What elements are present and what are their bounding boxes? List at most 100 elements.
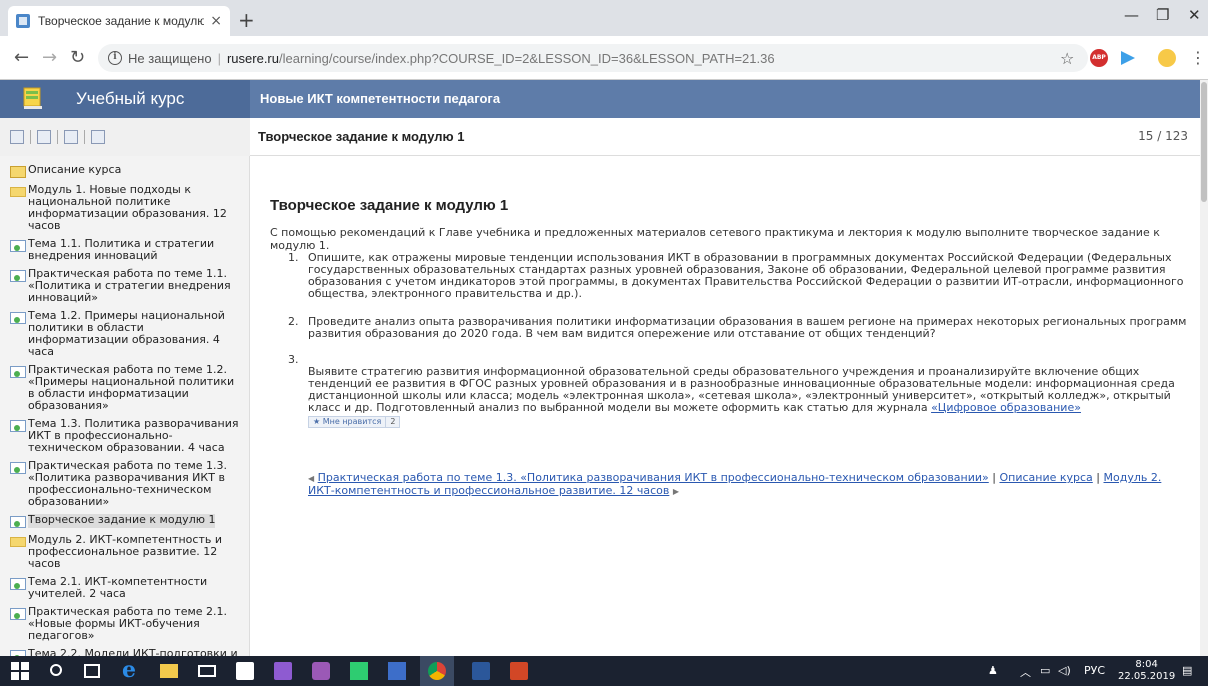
page-scrollbar[interactable] <box>1200 80 1208 656</box>
page-favicon-icon <box>16 14 30 28</box>
lesson-doc-icon <box>10 312 26 324</box>
volume-icon[interactable]: ◁) <box>1058 664 1071 677</box>
sidebar-item-label: Тема 1.1. Политика и стратегии внедрения… <box>28 237 215 262</box>
like-widget[interactable]: ★ Мне нравится 2 <box>308 416 401 428</box>
sidebar-item[interactable]: Практическая работа по теме 1.2. «Пример… <box>0 362 249 416</box>
sidebar-item[interactable]: Модуль 1. Новые подходы к национальной п… <box>0 182 249 236</box>
emoji-extension-icon[interactable] <box>1158 49 1176 67</box>
app-3-icon[interactable] <box>350 662 368 680</box>
taskbar-clock[interactable]: 8:04 22.05.2019 <box>1118 659 1175 683</box>
contents-icon[interactable] <box>10 130 24 144</box>
edge-icon[interactable]: e <box>122 657 140 683</box>
print-icon[interactable] <box>91 130 105 144</box>
address-bar: ← → ↻ i Не защищено | rusere.ru/learning… <box>0 36 1208 80</box>
clock-time: 8:04 <box>1135 659 1158 670</box>
network-icon[interactable]: ▭ <box>1040 664 1050 677</box>
url-host: rusere.ru <box>226 50 279 66</box>
sidebar-item-label: Практическая работа по теме 1.3. «Полити… <box>28 459 228 508</box>
browser-tab[interactable]: Творческое задание к модулю × <box>8 6 230 36</box>
lesson-doc-icon <box>10 270 26 282</box>
sidebar-item[interactable]: Модуль 2. ИКТ-компетентность и профессио… <box>0 532 249 574</box>
site-title[interactable]: Учебный курс <box>76 89 184 109</box>
visual-studio-icon[interactable] <box>274 662 292 680</box>
url-input[interactable]: i Не защищено | rusere.ru/learning/cours… <box>98 44 1088 72</box>
omnibox-separator: | <box>217 50 221 66</box>
task-number: 3. <box>288 353 299 366</box>
chrome-icon[interactable] <box>428 662 446 680</box>
sidebar-item[interactable]: Практическая работа по теме 1.3. «Полити… <box>0 458 249 512</box>
sidebar-item-label: Практическая работа по теме 1.2. «Пример… <box>28 363 235 412</box>
powerpoint-icon[interactable] <box>510 662 528 680</box>
task-number: 1. <box>288 251 299 264</box>
sidebar-item-label: Модуль 2. ИКТ-компетентность и профессио… <box>28 533 222 570</box>
next-arrow-icon: ▶ <box>672 487 679 496</box>
new-tab-button[interactable]: + <box>238 8 255 32</box>
reload-icon[interactable]: ↻ <box>70 47 85 68</box>
play-extension-icon[interactable] <box>1118 49 1136 67</box>
sidebar-item[interactable]: Тема 1.1. Политика и стратегии внедрения… <box>0 236 249 266</box>
sidebar-item[interactable]: Описание курса <box>0 162 249 182</box>
tab-close-icon[interactable]: × <box>210 13 222 29</box>
sidebar-item-label: Творческое задание к модулю 1 <box>28 513 216 528</box>
word-icon[interactable] <box>472 662 490 680</box>
sidebar-item-label: Модуль 1. Новые подходы к национальной п… <box>28 183 227 232</box>
adblock-extension-icon[interactable]: ABP <box>1090 49 1108 67</box>
windows-taskbar: e ♟ ︿ ▭ ◁) РУС 8:04 22.05.2019 ▤ <box>0 656 1208 686</box>
clock-date: 22.05.2019 <box>1118 671 1176 682</box>
sidebar-item[interactable]: Тема 1.2. Примеры национальной политики … <box>0 308 249 362</box>
search-icon[interactable] <box>50 664 62 676</box>
notifications-icon[interactable]: ▤ <box>1182 664 1192 677</box>
sidebar-item[interactable]: Творческое задание к модулю 1 <box>0 512 249 532</box>
info-icon[interactable]: i <box>108 51 122 65</box>
lesson-doc-icon <box>10 578 26 590</box>
back-arrow-icon[interactable]: ← <box>14 47 29 68</box>
task-number: 2. <box>288 315 299 328</box>
course-tree: Описание курса Модуль 1. Новые подходы к … <box>0 156 250 656</box>
sidebar-item[interactable]: Тема 1.3. Политика разворачивания ИКТ в … <box>0 416 249 458</box>
bookmark-star-icon[interactable]: ☆ <box>1060 49 1074 68</box>
sidebar-item[interactable]: Практическая работа по теме 1.1. «Полити… <box>0 266 249 308</box>
course-description-link[interactable]: Описание курса <box>999 471 1092 484</box>
lesson-intro: С помощью рекомендаций к Главе учебника … <box>270 226 1160 252</box>
mail-icon[interactable] <box>198 665 216 677</box>
windows-start-icon[interactable] <box>11 662 29 680</box>
folder-tool-icon[interactable] <box>64 130 78 144</box>
scrollbar-thumb[interactable] <box>1201 82 1207 202</box>
glossary-icon[interactable] <box>37 130 51 144</box>
people-icon[interactable]: ♟ <box>988 664 998 677</box>
sidebar-item[interactable]: Тема 2.1. ИКТ-компетентности учителей. 2… <box>0 574 249 604</box>
browser-menu-icon[interactable]: ⋮ <box>1190 48 1206 67</box>
tray-chevron-icon[interactable]: ︿ <box>1020 664 1031 680</box>
nav-separator: | <box>1092 471 1104 484</box>
digital-education-link[interactable]: «Цифровое образование» <box>931 401 1081 414</box>
sidebar-item[interactable]: Тема 2.2. Модели ИКТ-подготовки и <box>0 646 249 656</box>
like-button[interactable]: ★ Мне нравится <box>309 416 387 428</box>
task-view-icon[interactable] <box>84 664 100 678</box>
prev-lesson-link[interactable]: Практическая работа по теме 1.3. «Полити… <box>318 471 989 484</box>
sidebar-tools <box>0 118 250 156</box>
sidebar-item-label: Практическая работа по теме 2.1. «Новые … <box>28 605 228 642</box>
close-window-icon[interactable]: ✕ <box>1188 6 1201 24</box>
photoshop-icon[interactable] <box>312 662 330 680</box>
like-count: 2 <box>390 417 396 426</box>
sidebar-item-label: Практическая работа по теме 1.1. «Полити… <box>28 267 231 304</box>
sidebar-item[interactable]: Практическая работа по теме 2.1. «Новые … <box>0 604 249 646</box>
tool-separator <box>30 130 31 144</box>
task-text: Проведите анализ опыта разворачивания по… <box>308 315 1187 340</box>
prev-arrow-icon: ◀ <box>308 474 315 483</box>
nav-separator: | <box>988 471 1000 484</box>
lesson-doc-icon <box>10 366 26 378</box>
forward-arrow-icon[interactable]: → <box>42 47 57 68</box>
app-snip-icon[interactable] <box>388 662 406 680</box>
tool-separator <box>84 130 85 144</box>
lesson-content: Творческое задание к модулю 1 С помощью … <box>258 156 1200 656</box>
task-item: 2. Проведите анализ опыта разворачивания… <box>288 316 1188 340</box>
store-icon[interactable] <box>236 662 254 680</box>
restore-icon[interactable]: ❐ <box>1156 6 1169 24</box>
lesson-heading: Творческое задание к модулю 1 <box>270 197 509 214</box>
course-page-icon <box>10 166 26 178</box>
language-indicator[interactable]: РУС <box>1084 664 1105 677</box>
task-list: 1. Опишите, как отражены мировые тенденц… <box>288 252 1188 428</box>
minimize-icon[interactable]: — <box>1124 6 1139 24</box>
file-explorer-icon[interactable] <box>160 664 178 678</box>
